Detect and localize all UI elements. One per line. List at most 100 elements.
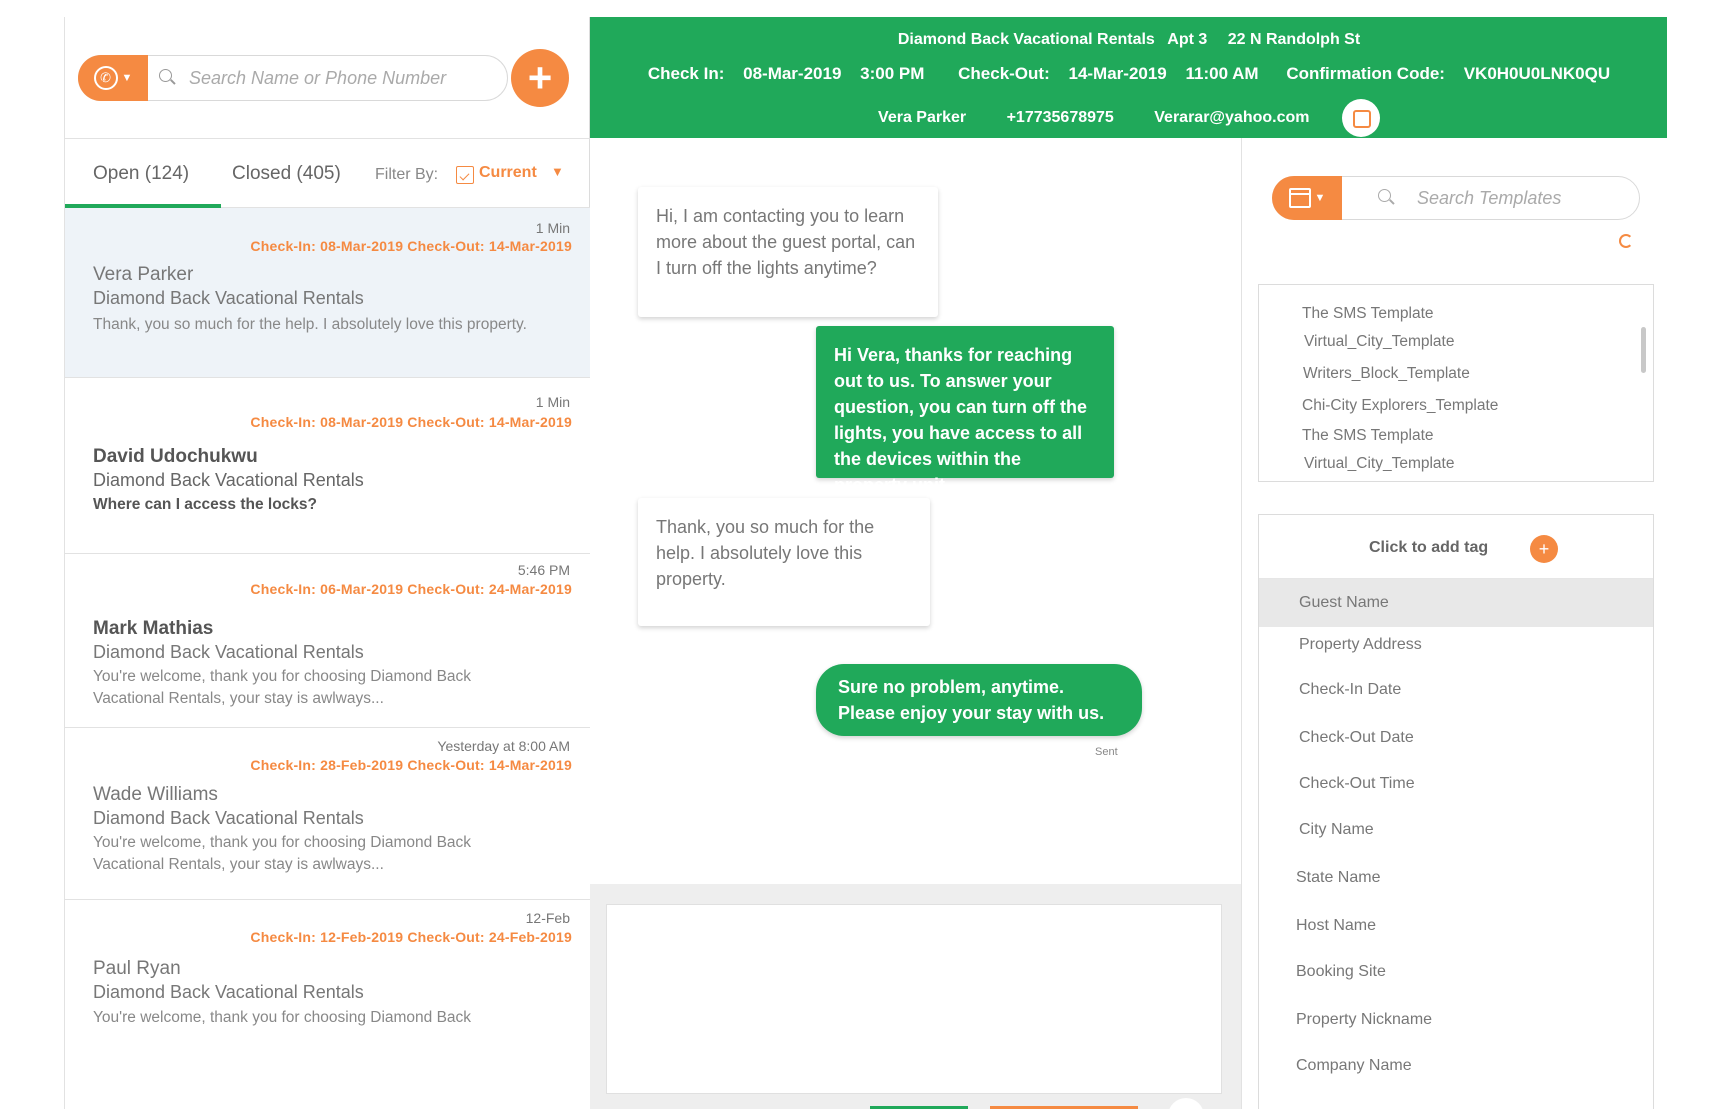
tag-item[interactable]: Host Name [1259,902,1653,950]
conversation-dates: Check-In: 06-Mar-2019 Check-Out: 24-Mar-… [250,581,572,597]
checkout-label: Check-Out: [958,64,1050,83]
conversation-time: 1 Min [535,220,570,236]
tag-label: Property Nickname [1296,1011,1433,1028]
message-bubble-incoming: Hi, I am contacting you to learn more ab… [638,187,938,317]
checkin-label: Check In: [647,64,725,83]
new-conversation-button[interactable]: + [511,49,569,107]
conversation-item[interactable]: 5:46 PM Check-In: 06-Mar-2019 Check-Out:… [65,554,590,728]
add-tag-button[interactable]: + [1530,535,1558,563]
tag-label: Property Address [1299,636,1422,653]
message-bubble-outgoing: Hi Vera, thanks for reaching out to us. … [816,326,1114,495]
guest-line: Vera Parker +17735678975 Verarar@yahoo.c… [590,99,1667,137]
tag-item[interactable]: Check-Out Time [1259,760,1653,808]
search-icon [159,69,177,87]
template-item[interactable]: Virtual_City_Template [1304,455,1454,473]
property-name: Diamond Back Vacational Rentals [93,470,364,490]
tag-panel: Click to add tag + Guest Name Property A… [1258,514,1654,1109]
attach-button[interactable] [1168,1098,1204,1109]
tag-item[interactable]: State Name [1259,854,1653,902]
header-address: 22 N Randolph St [1227,31,1361,48]
header-guest-email: Verarar@yahoo.com [1154,109,1310,126]
tab-open[interactable]: Open (124) [93,163,189,185]
message-preview: Thank, you so much for the help. I absol… [93,316,527,333]
conversation-item[interactable]: 12-Feb Check-In: 12-Feb-2019 Check-Out: … [65,900,590,1109]
template-item[interactable]: Virtual_City_Template [1304,333,1454,351]
template-list: The SMS Template Virtual_City_Template W… [1258,284,1654,482]
tag-label: Check-In Date [1299,681,1402,698]
guest-portal-icon[interactable] [1341,99,1380,137]
tag-label: Booking Site [1296,963,1386,980]
template-item[interactable]: The SMS Template [1302,305,1434,323]
conversation-item[interactable]: 1 Min Check-In: 08-Mar-2019 Check-Out: 1… [65,378,590,554]
header-guest-name: Vera Parker [878,109,967,126]
checkout-time: 11:00 AM [1185,64,1259,83]
template-type-dropdown[interactable]: ▼ [1272,176,1342,220]
tag-item[interactable]: City Name [1259,806,1653,854]
chevron-down-icon: ▼ [1314,192,1326,204]
message-preview: You're welcome, thank you for choosing D… [93,1009,472,1026]
conversation-dates: Check-In: 28-Feb-2019 Check-Out: 14-Mar-… [250,757,572,773]
checkout-date: 14-Mar-2019 [1068,64,1167,83]
guest-name: Vera Parker [93,264,194,285]
tag-item[interactable]: Check-Out Date [1259,714,1653,762]
tag-item[interactable]: Property Address [1259,621,1653,669]
call-type-dropdown[interactable]: ✆ ▼ [78,55,148,101]
conversation-time: Yesterday at 8:00 AM [437,738,570,754]
sent-status: Sent [1095,746,1118,758]
conversation-sidebar: ✆ ▼ + Open (124) Closed (405) Filter By:… [65,17,590,1109]
tag-label: Guest Name [1299,594,1389,611]
app-window: ✆ ▼ + Open (124) Closed (405) Filter By:… [64,17,1667,1109]
header-apt: Apt 3 [1167,31,1208,48]
template-item[interactable]: Chi-City Explorers_Template [1302,397,1498,415]
conversation-dates: Check-In: 12-Feb-2019 Check-Out: 24-Feb-… [250,929,572,945]
reservation-header: Diamond Back Vacational Rentals Apt 3 22… [590,17,1667,138]
filter-calendar-icon[interactable] [456,166,474,184]
tag-label: State Name [1296,869,1381,886]
chat-thread: Hi, I am contacting you to learn more ab… [590,138,1241,884]
calendar-icon [1288,188,1311,208]
header-property: Diamond Back Vacational Rentals [897,31,1155,48]
add-tag-label[interactable]: Click to add tag [1369,539,1488,557]
conversation-dates: Check-In: 08-Mar-2019 Check-Out: 14-Mar-… [250,238,572,254]
add-icon: + [527,54,553,101]
tag-item[interactable]: Check-In Date [1259,666,1653,714]
chevron-down-icon[interactable]: ▼ [551,164,564,179]
tag-label: Host Name [1296,917,1377,934]
templates-panel: ▼ The SMS Template Virtual_City_Template… [1241,138,1667,1109]
message-bubble-outgoing: Sure no problem, anytime. Please enjoy y… [816,664,1142,736]
chevron-down-icon: ▼ [121,72,133,84]
guest-name: Wade Williams [93,784,218,805]
template-item[interactable]: The SMS Template [1302,427,1434,445]
property-line: Diamond Back Vacational Rentals Apt 3 22… [590,31,1667,49]
spinner-icon [1619,234,1633,248]
tag-label: City Name [1299,821,1374,838]
tag-item[interactable]: Property Nickname [1259,996,1653,1044]
conversation-time: 1 Min [535,394,570,410]
confirmation-code: VK0H0U0LNK0QU [1463,64,1611,83]
message-preview: You're welcome, thank you for choosing D… [93,834,472,873]
tag-label: Check-Out Time [1299,775,1415,792]
conversation-item[interactable]: Yesterday at 8:00 AM Check-In: 28-Feb-20… [65,728,590,900]
conversation-time: 12-Feb [525,910,570,926]
guest-name: David Udochukwu [93,446,258,467]
guest-name: Paul Ryan [93,958,181,979]
stay-line: Check In: 08-Mar-2019 3:00 PM Check-Out:… [590,64,1667,84]
template-item[interactable]: Writers_Block_Template [1303,365,1470,383]
tag-item[interactable]: Guest Name [1259,579,1653,627]
message-bubble-incoming: Thank, you so much for the help. I absol… [638,498,930,626]
tag-label: Check-Out Date [1299,729,1414,746]
message-compose-field[interactable] [606,904,1222,1094]
tab-closed[interactable]: Closed (405) [232,163,341,185]
contact-search-input[interactable] [189,61,499,95]
compose-area [590,884,1241,1109]
tag-header: Click to add tag + [1259,515,1653,579]
conversation-item[interactable]: 1 Min Check-In: 08-Mar-2019 Check-Out: 1… [65,208,590,378]
filter-dropdown[interactable]: Current [479,164,537,182]
property-name: Diamond Back Vacational Rentals [93,982,364,1002]
property-name: Diamond Back Vacational Rentals [93,288,364,308]
conversation-time: 5:46 PM [517,562,570,578]
template-search-input[interactable] [1417,182,1627,214]
tag-item[interactable]: Company Name [1259,1042,1653,1090]
template-scrollbar[interactable] [1641,327,1646,373]
tag-item[interactable]: Booking Site [1259,948,1653,996]
